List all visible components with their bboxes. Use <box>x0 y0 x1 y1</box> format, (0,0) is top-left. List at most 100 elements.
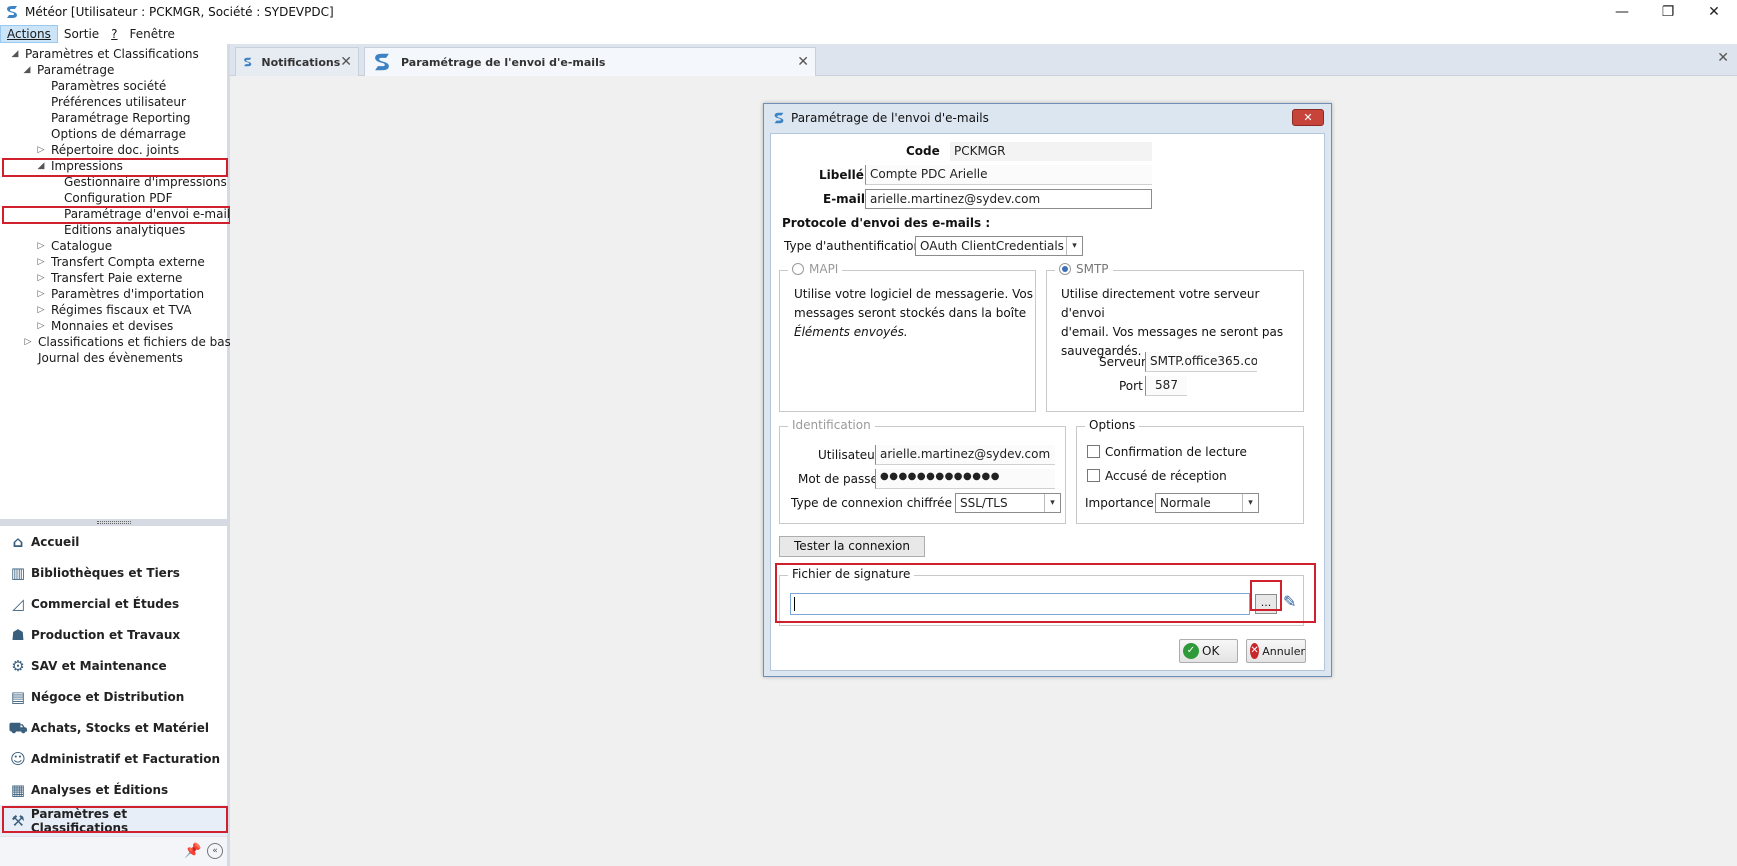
tree-item-configuration-pdf[interactable]: Configuration PDF <box>0 190 227 206</box>
check-icon: ✓ <box>1183 643 1199 659</box>
smtp-legend: SMTP <box>1055 262 1113 276</box>
expand-arrow-icon[interactable]: ▷ <box>23 334 33 350</box>
menu-fenetre[interactable]: Fenêtre <box>124 26 181 42</box>
menu-help[interactable]: ? <box>105 26 123 42</box>
tree-item-label: Catalogue <box>51 239 113 253</box>
tree-item-parametrage[interactable]: ◢ Paramétrage <box>0 62 227 78</box>
close-window-button[interactable]: ✕ <box>1691 0 1737 24</box>
highlight-browse-button <box>1250 580 1282 611</box>
dialog-close-button[interactable]: ✕ <box>1292 109 1324 126</box>
tree-item-monnaies-devises[interactable]: ▷ Monnaies et devises <box>0 318 227 334</box>
tree-item-label: Paramétrage <box>37 63 115 77</box>
panel-splitter[interactable] <box>0 519 227 526</box>
port-label: Port <box>1119 379 1143 393</box>
module-sav[interactable]: ⚙ SAV et Maintenance <box>0 650 227 681</box>
collapse-arrow-icon[interactable]: ◢ <box>10 46 20 62</box>
tree-item-preferences-utilisateur[interactable]: Préférences utilisateur <box>0 94 227 110</box>
email-label: E-mail <box>823 192 866 206</box>
tab-label: Notifications <box>261 55 341 69</box>
tab-notifications[interactable]: Notifications ✕ <box>235 47 359 76</box>
module-negoce[interactable]: ▤ Négoce et Distribution <box>0 681 227 712</box>
module-bibliotheques[interactable]: ▥ Bibliothèques et Tiers <box>0 557 227 588</box>
user-label: Utilisateur <box>818 448 880 462</box>
module-administratif[interactable]: ☺ Administratif et Facturation <box>0 743 227 774</box>
expand-arrow-icon[interactable]: ▷ <box>36 254 46 270</box>
restore-button[interactable]: ❐ <box>1645 0 1691 24</box>
module-production[interactable]: ☗ Production et Travaux <box>0 619 227 650</box>
conn-type-select[interactable]: SSL/TLS ▾ <box>955 493 1061 513</box>
conn-type-value: SSL/TLS <box>960 496 1008 510</box>
highlight-impressions <box>2 158 228 177</box>
expand-arrow-icon[interactable]: ▷ <box>36 302 46 318</box>
tree-item-label: Journal des évènements <box>38 351 183 365</box>
expand-arrow-icon[interactable]: ▷ <box>36 142 46 158</box>
libelle-input[interactable]: Compte PDC Arielle <box>865 165 1152 185</box>
home-icon: ⌂ <box>12 532 24 551</box>
expand-arrow-icon[interactable]: ▷ <box>36 238 46 254</box>
conn-type-label: Type de connexion chiffrée <box>791 496 952 510</box>
module-achats[interactable]: ⛟ Achats, Stocks et Matériel <box>0 712 227 743</box>
read-receipt-checkbox[interactable] <box>1087 445 1100 458</box>
collapse-arrow-icon[interactable]: ◢ <box>22 62 32 78</box>
meteor-logo-icon <box>7 6 17 18</box>
tree-item-transfert-paie[interactable]: ▷ Transfert Paie externe <box>0 270 227 286</box>
libelle-label: Libellé <box>819 168 864 182</box>
port-input[interactable]: 587 <box>1145 376 1187 396</box>
tab-parametrage-envoi[interactable]: Paramétrage de l'envoi d'e-mails ✕ <box>364 47 816 76</box>
delivery-receipt-checkbox[interactable] <box>1087 469 1100 482</box>
tree-item-journal-evenements[interactable]: Journal des évènements <box>0 350 227 366</box>
mapi-desc-line: messages seront stockés dans la boîte <box>794 306 1027 320</box>
module-label: Achats, Stocks et Matériel <box>31 720 209 735</box>
module-analyses[interactable]: ▦ Analyses et Éditions <box>0 774 227 805</box>
module-accueil[interactable]: ⌂ Accueil <box>0 526 227 557</box>
mapi-radio[interactable] <box>792 263 804 275</box>
tree-item-parametres-importation[interactable]: ▷ Paramètres d'importation <box>0 286 227 302</box>
module-commercial[interactable]: ◿ Commercial et Études <box>0 588 227 619</box>
close-tab-icon[interactable]: ✕ <box>797 54 809 70</box>
tree-item-label: Transfert Paie externe <box>51 271 183 285</box>
expand-arrow-icon[interactable]: ▷ <box>36 286 46 302</box>
cancel-button[interactable]: ✕ Annuler <box>1246 639 1306 663</box>
test-connection-button[interactable]: Tester la connexion <box>779 536 925 557</box>
close-tab-icon[interactable]: ✕ <box>340 54 352 70</box>
importance-select[interactable]: Normale ▾ <box>1155 493 1259 513</box>
tree-item-parametrage-reporting[interactable]: Paramétrage Reporting <box>0 110 227 126</box>
expand-arrow-icon[interactable]: ▷ <box>36 318 46 334</box>
smtp-radio[interactable] <box>1059 263 1071 275</box>
server-input[interactable]: SMTP.office365.com <box>1145 352 1257 372</box>
module-label: Négoce et Distribution <box>31 689 185 704</box>
minimize-button[interactable]: — <box>1599 0 1645 24</box>
dialog-title-bar[interactable]: Paramétrage de l'envoi d'e-mails ✕ <box>764 104 1331 132</box>
cancel-icon: ✕ <box>1250 643 1260 659</box>
tree-item-options-demarrage[interactable]: Options de démarrage <box>0 126 227 142</box>
tree-item-classifications-fichiers[interactable]: ▷ Classifications et fichiers de base <box>0 334 239 350</box>
mapi-desc-line: Utilise votre logiciel de messagerie. Vo… <box>794 287 1033 301</box>
tree-item-regimes-fiscaux[interactable]: ▷ Régimes fiscaux et TVA <box>0 302 227 318</box>
cancel-label: Annuler <box>1262 644 1305 658</box>
tree-item-catalogue[interactable]: ▷ Catalogue <box>0 238 227 254</box>
pin-icon[interactable]: 📌 <box>184 843 201 859</box>
mapi-desc-line: Éléments envoyés. <box>794 325 908 339</box>
wrench-icon: ⚙ <box>11 656 25 675</box>
user-input[interactable]: arielle.martinez@sydev.com <box>875 445 1055 465</box>
tree-item-editions-analytiques[interactable]: Éditions analytiques <box>0 222 227 238</box>
tab-label: Paramétrage de l'envoi d'e-mails <box>401 55 606 69</box>
tree-item-label: Options de démarrage <box>51 127 186 141</box>
close-all-icon[interactable]: ✕ <box>1717 50 1729 66</box>
tree-item-repertoire-doc-joints[interactable]: ▷ Répertoire doc. joints <box>0 142 227 158</box>
tree-item-transfert-compta[interactable]: ▷ Transfert Compta externe <box>0 254 227 270</box>
password-label: Mot de passe <box>798 472 878 486</box>
password-input[interactable]: ●●●●●●●●●●●●● <box>875 469 1055 489</box>
menu-actions[interactable]: Actions <box>0 25 58 43</box>
code-field: PCKMGR <box>950 142 1152 161</box>
ok-button[interactable]: ✓ OK <box>1179 639 1238 663</box>
expand-arrow-icon[interactable]: ▷ <box>36 270 46 286</box>
menu-sortie[interactable]: Sortie <box>58 26 105 42</box>
auth-type-select[interactable]: OAuth ClientCredentials ▾ <box>915 236 1083 256</box>
collapse-panel-icon[interactable]: « <box>207 843 223 859</box>
tree-item-parametres-classifications[interactable]: ◢ Paramètres et Classifications <box>0 46 227 62</box>
tree-item-label: Préférences utilisateur <box>51 95 186 109</box>
chevron-down-icon: ▾ <box>1044 494 1060 512</box>
email-input[interactable]: arielle.martinez@sydev.com <box>865 189 1152 209</box>
tree-item-parametres-societe[interactable]: Paramètres société <box>0 78 227 94</box>
